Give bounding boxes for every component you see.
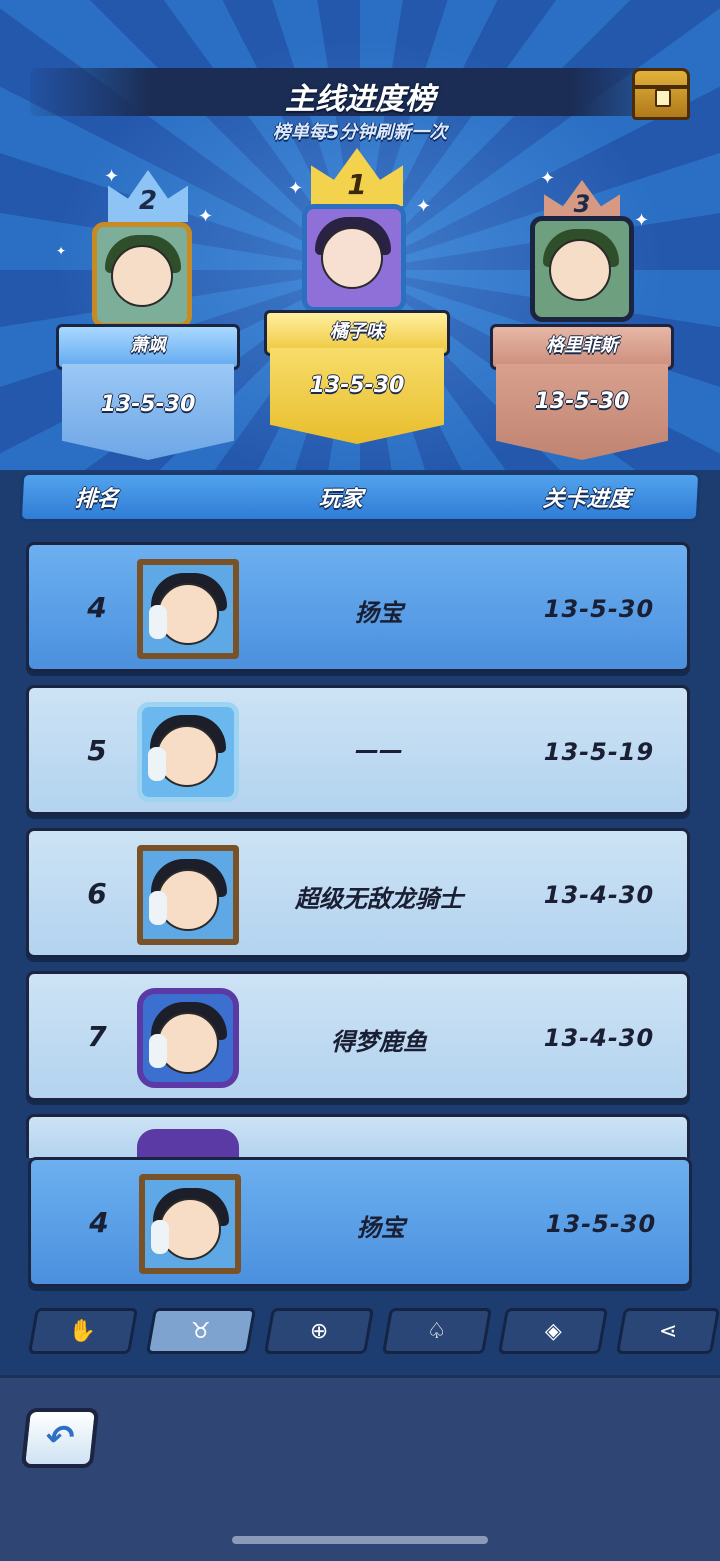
tab-cards[interactable]: ♤: [381, 1308, 493, 1354]
row-player-name: 超级无敌龙骑士: [295, 885, 463, 913]
player-avatar: [137, 845, 239, 945]
refresh-note: 榜单每5分钟刷新一次: [272, 122, 448, 143]
page-title: 主线进度榜: [285, 82, 435, 117]
podium-third[interactable]: 3 格里菲斯 13-5-30: [490, 180, 674, 460]
back-button[interactable]: ↶: [20, 1408, 100, 1468]
table-row-partial[interactable]: [26, 1114, 690, 1159]
podium-progress: 13-5-30: [496, 364, 668, 460]
player-avatar: [137, 702, 239, 802]
tab-gem[interactable]: ◈: [497, 1308, 609, 1354]
row-rank: 6: [87, 877, 107, 910]
row-player-name: 扬宝: [355, 599, 403, 627]
tab-share[interactable]: ⋖: [615, 1308, 720, 1354]
table-row[interactable]: 6 超级无敌龙骑士 13-4-30: [26, 828, 690, 958]
footer-bar: [0, 1375, 720, 1561]
tab-shield[interactable]: ⊕: [263, 1308, 375, 1354]
table-row[interactable]: 5 —— 13-5-19: [26, 685, 690, 815]
row-progress: 13-4-30: [543, 1024, 655, 1052]
table-row[interactable]: 7 得梦鹿鱼 13-4-30: [26, 971, 690, 1101]
row-player-name: 得梦鹿鱼: [331, 1028, 427, 1056]
player-avatar: [137, 988, 239, 1088]
podium-name: 萧飒: [56, 324, 240, 370]
player-avatar: [137, 1129, 239, 1159]
cards-icon: ♤: [427, 1318, 447, 1344]
row-rank: 4: [87, 591, 107, 624]
row-rank: 7: [87, 1020, 107, 1053]
row-progress: 13-5-19: [543, 738, 655, 766]
category-tabs: ✋ ♉ ⊕ ♤ ◈ ⋖: [0, 1308, 720, 1356]
col-rank: 排名: [74, 487, 120, 512]
my-rank: 4: [89, 1206, 109, 1239]
shield-icon: ⊕: [309, 1318, 329, 1344]
home-indicator[interactable]: [232, 1536, 488, 1544]
podium-second[interactable]: 2 萧飒 13-5-30: [56, 168, 240, 460]
share-icon: ⋖: [658, 1318, 678, 1344]
player-avatar: [92, 222, 192, 328]
my-progress: 13-5-30: [545, 1210, 657, 1238]
podium-rank: 3: [573, 190, 591, 218]
row-player-name: ——: [355, 736, 403, 764]
tab-bull[interactable]: ♉: [145, 1308, 257, 1354]
gem-icon: ◈: [544, 1318, 562, 1344]
back-arrow-icon: ↶: [43, 1418, 77, 1458]
bull-icon: ♉: [191, 1318, 211, 1344]
podium-rank: 2: [138, 186, 158, 216]
tab-hand-cards[interactable]: ✋: [27, 1308, 139, 1354]
reward-chest-icon[interactable]: [632, 68, 690, 120]
podium-progress: 13-5-30: [62, 364, 234, 460]
player-avatar: [302, 204, 406, 312]
col-player: 玩家: [318, 487, 364, 512]
column-header: 排名 玩家 关卡进度: [18, 472, 702, 522]
table-row[interactable]: 4 扬宝 13-5-30: [26, 542, 690, 672]
hand-cards-icon: ✋: [69, 1318, 97, 1344]
row-rank: 5: [87, 734, 107, 767]
my-avatar: [139, 1174, 241, 1274]
row-progress: 13-4-30: [543, 881, 655, 909]
col-progress: 关卡进度: [542, 487, 632, 512]
my-player-name: 扬宝: [357, 1214, 405, 1242]
podium-name: 格里菲斯: [490, 324, 674, 370]
podium-first[interactable]: 1 橘子味 13-5-30: [264, 146, 450, 444]
player-avatar: [530, 216, 634, 322]
row-progress: 13-5-30: [543, 595, 655, 623]
podium-rank: 1: [347, 168, 367, 201]
my-rank-row[interactable]: 4 扬宝 13-5-30: [28, 1157, 692, 1287]
player-avatar: [137, 559, 239, 659]
podium-progress: 13-5-30: [270, 348, 444, 444]
